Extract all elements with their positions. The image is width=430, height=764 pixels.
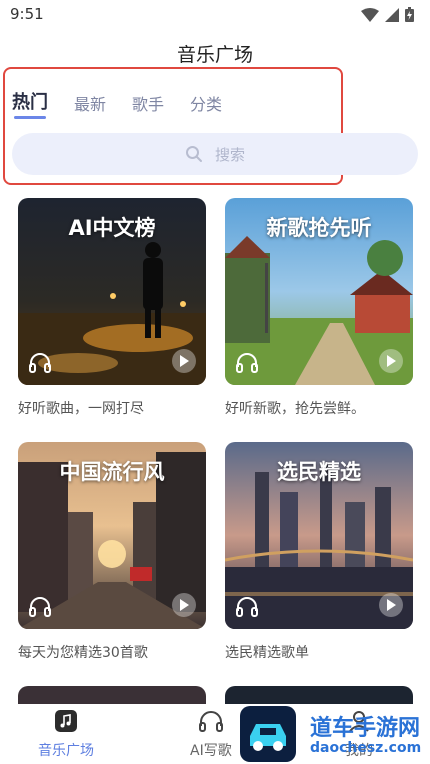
nav-music-square[interactable]: 音乐广场 — [38, 710, 94, 760]
search-placeholder: 搜索 — [214, 145, 245, 164]
card-description: 好听歌曲，一网打尽 — [18, 401, 144, 417]
card-description: 好听新歌，抢先尝鲜。 — [225, 401, 365, 417]
status-time: 9:51 — [10, 5, 44, 23]
nav-label: AI写歌 — [190, 743, 232, 759]
card-title: 选民精选 — [277, 460, 361, 484]
category-tabs: 热门 最新 歌手 分类 — [12, 88, 248, 123]
card-description: 选民精选歌单 — [225, 645, 309, 661]
card-cover: 新歌抢先听 — [225, 198, 413, 385]
watermark-title: 道车手游网 — [310, 716, 421, 741]
playlist-card-voter-picks[interactable]: 选民精选 选民精选歌单 — [225, 442, 413, 661]
play-icon[interactable] — [172, 349, 196, 373]
card-cover: 中国流行风 — [18, 442, 206, 629]
watermark-url: daochesz.com — [310, 740, 422, 756]
wifi-icon — [361, 7, 379, 22]
nav-label: 音乐广场 — [38, 743, 94, 759]
headphones-icon — [29, 597, 51, 617]
headphones-icon — [236, 597, 258, 617]
search-input[interactable]: 搜索 — [12, 133, 418, 175]
card-cover: 选民精选 — [225, 442, 413, 629]
battery-icon — [405, 7, 414, 22]
status-icons — [361, 7, 414, 22]
headphones-icon — [198, 711, 223, 732]
playlist-card-new-songs[interactable]: 新歌抢先听 好听新歌，抢先尝鲜。 — [225, 198, 413, 417]
card-title: 新歌抢先听 — [266, 216, 372, 240]
tab-singer[interactable]: 歌手 — [132, 91, 164, 123]
nav-ai-songwriting[interactable]: AI写歌 — [190, 710, 232, 760]
search-icon — [185, 146, 202, 162]
play-icon[interactable] — [379, 593, 403, 617]
card-title: AI中文榜 — [68, 216, 156, 240]
signal-icon — [385, 7, 399, 22]
tab-label: 歌手 — [132, 95, 165, 114]
headphones-icon — [29, 353, 51, 373]
headphones-icon — [236, 353, 258, 373]
page-title: 音乐广场 — [176, 44, 253, 66]
tab-category[interactable]: 分类 — [190, 91, 222, 123]
play-icon[interactable] — [172, 593, 196, 617]
music-note-icon — [55, 710, 77, 732]
card-title: 中国流行风 — [59, 460, 165, 484]
tab-hot[interactable]: 热门 — [12, 88, 48, 120]
tab-label: 分类 — [190, 95, 223, 114]
card-cover: AI中文榜 — [18, 198, 206, 385]
tab-latest[interactable]: 最新 — [74, 91, 106, 123]
playlist-card-china-pop[interactable]: 中国流行风 每天为您精选30首歌 — [18, 442, 206, 661]
playlist-card-ai-chart[interactable]: AI中文榜 好听歌曲，一网打尽 — [18, 198, 206, 417]
watermark-logo — [240, 706, 296, 762]
watermark: 道车手游网 daochesz.com — [240, 706, 430, 764]
active-tab-indicator — [14, 116, 46, 119]
play-icon[interactable] — [379, 349, 403, 373]
tab-label: 热门 — [12, 92, 48, 113]
card-description: 每天为您精选30首歌 — [18, 645, 148, 661]
status-bar: 9:51 — [0, 0, 430, 32]
tab-label: 最新 — [74, 95, 107, 114]
